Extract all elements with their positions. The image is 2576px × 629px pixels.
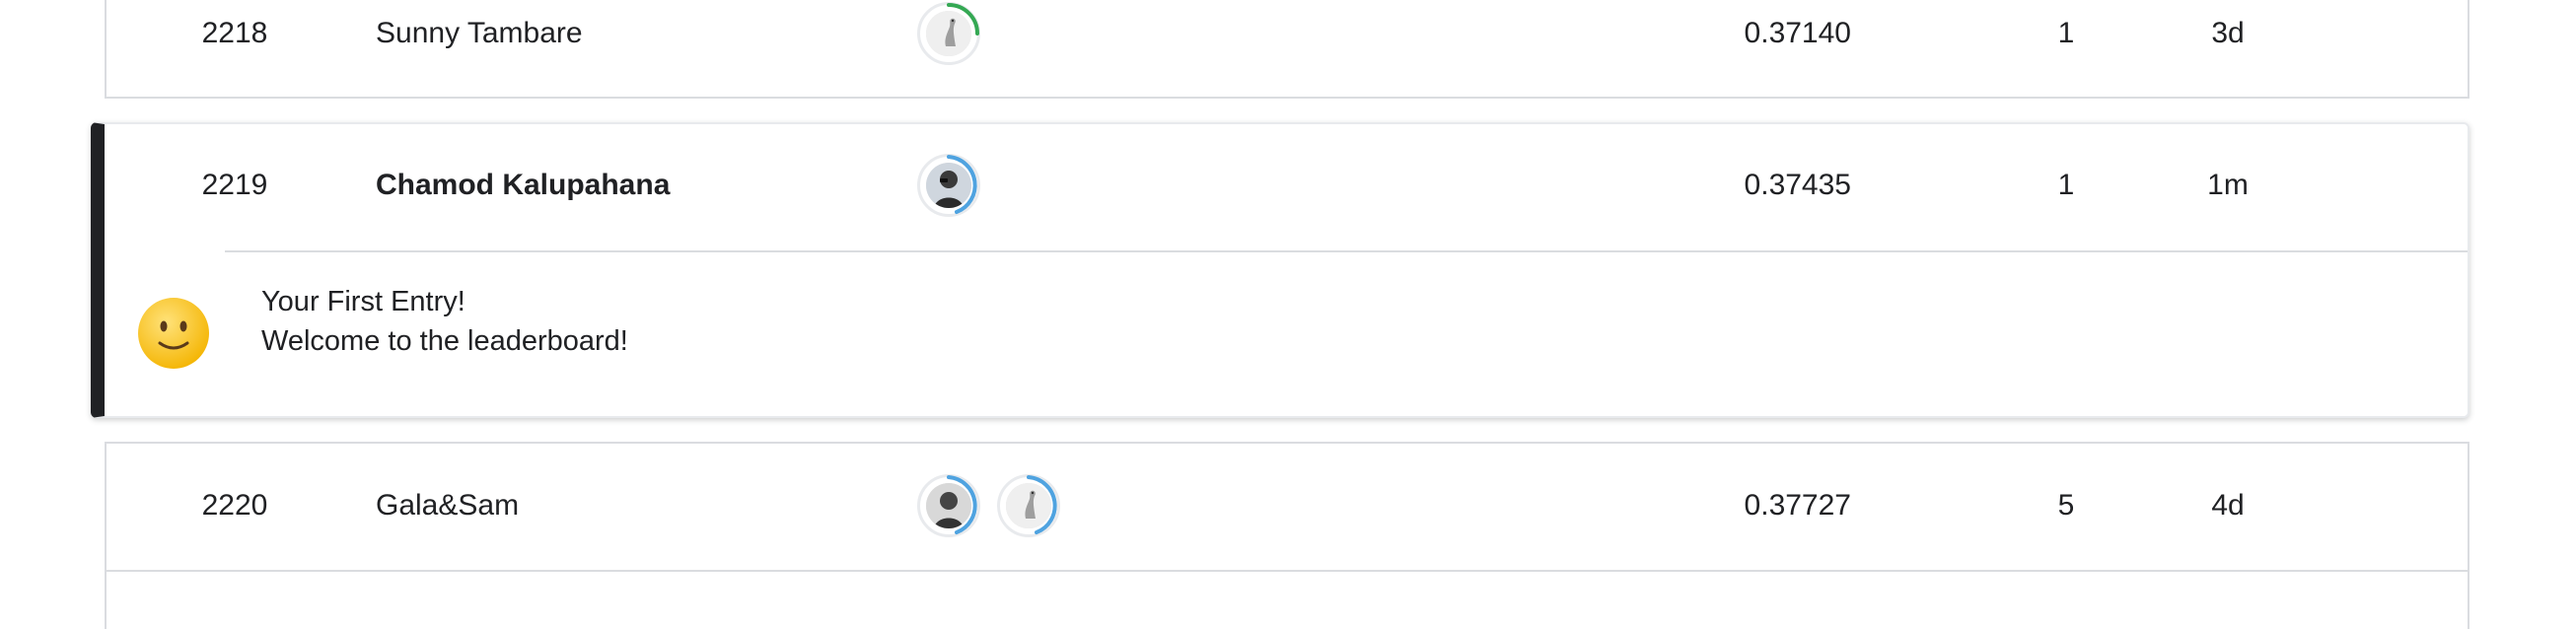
last-submission: 4d [2211, 489, 2245, 522]
goose-avatar-icon [926, 11, 971, 56]
last-submission: 1m [2207, 169, 2249, 201]
entries-count: 5 [2057, 489, 2075, 522]
smiley-emoji-icon [138, 298, 209, 369]
last-submission: 3d [2211, 17, 2245, 49]
score: 0.37140 [1744, 17, 1851, 49]
user-photo-avatar-icon [926, 483, 971, 528]
team-member-avatar[interactable] [917, 154, 980, 217]
team-name[interactable]: Gala&Sam [376, 488, 519, 524]
team-member-avatar[interactable] [917, 2, 980, 65]
message-subtitle: Welcome to the leaderboard! [261, 325, 628, 357]
score: 0.37435 [1744, 169, 1851, 201]
entries-count: 1 [2057, 17, 2075, 49]
rank: 2220 [201, 489, 268, 522]
highlighted-row[interactable] [91, 122, 2469, 418]
divider [225, 250, 2468, 252]
team-member-avatar[interactable] [997, 474, 1060, 537]
rank: 2218 [201, 17, 268, 49]
team-name[interactable]: Chamod Kalupahana [376, 168, 670, 203]
message-title: Your First Entry! [261, 286, 465, 317]
goose-avatar-icon [1006, 483, 1051, 528]
user-photo-avatar-icon [926, 163, 971, 208]
team-member-avatar[interactable] [917, 474, 980, 537]
score: 0.37727 [1744, 489, 1851, 522]
rank: 2219 [201, 169, 268, 201]
team-name[interactable]: Sunny Tambare [376, 16, 583, 51]
entries-count: 1 [2057, 169, 2075, 201]
leaderboard-row[interactable] [105, 570, 2469, 629]
